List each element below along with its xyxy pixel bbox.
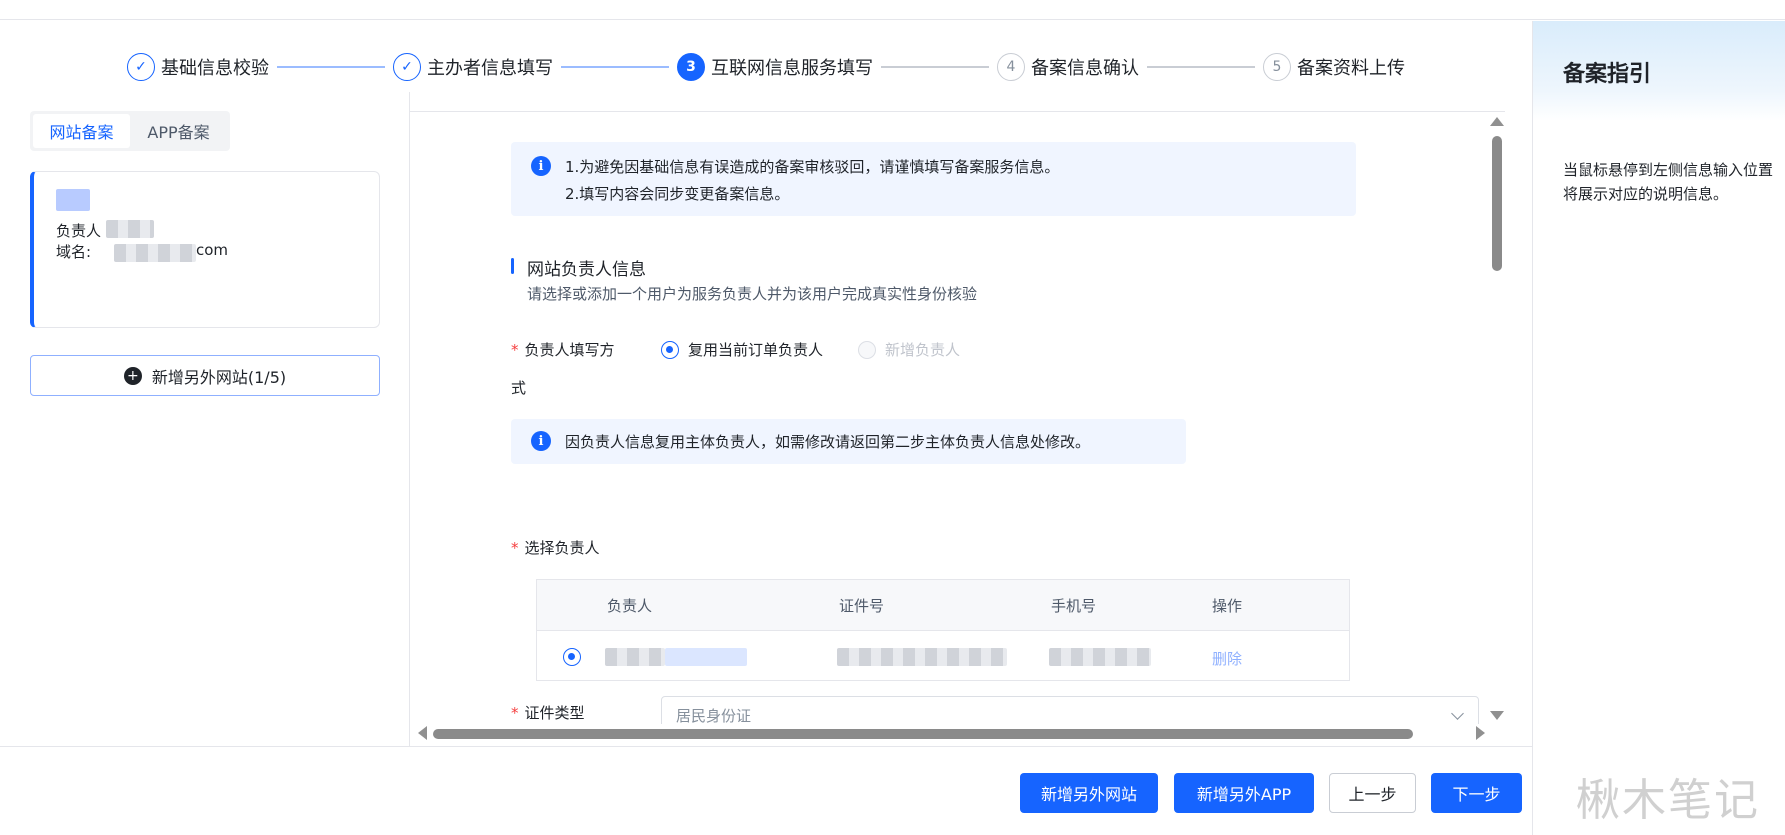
info-icon: i — [531, 431, 551, 451]
guide-panel: 备案指引 当鼠标悬停到左侧信息输入位置 将展示对应的说明信息。 — [1532, 21, 1785, 835]
scroll-left-icon[interactable] — [418, 726, 427, 740]
row-radio[interactable] — [563, 648, 581, 666]
step-1: ✓ 基础信息校验 — [127, 53, 269, 81]
notice-line-1: 1.为避免因基础信息有误造成的备案审核驳回，请谨慎填写备案服务信息。 — [565, 158, 1060, 176]
owner-tag-redacted — [665, 648, 747, 666]
step-2-label: 主办者信息填写 — [427, 58, 553, 79]
next-step-button[interactable]: 下一步 — [1431, 773, 1522, 813]
table-header: 负责人 证件号 手机号 操作 — [537, 580, 1349, 631]
vertical-scroll-thumb[interactable] — [1492, 136, 1502, 271]
step-5-number: 5 — [1263, 53, 1291, 81]
top-bar — [0, 0, 1785, 20]
previous-step-button[interactable]: 上一步 — [1329, 773, 1416, 813]
cert-type-select[interactable]: 居民身份证 — [661, 696, 1479, 724]
plus-circle-icon: + — [123, 366, 142, 385]
scroll-right-icon[interactable] — [1476, 726, 1485, 740]
site-domain-value: com — [196, 241, 229, 259]
add-app-button[interactable]: 新增另外APP — [1174, 773, 1314, 813]
delete-link[interactable]: 删除 — [1212, 648, 1242, 669]
horizontal-scrollbar[interactable] — [411, 725, 1504, 741]
domain-redacted — [114, 244, 196, 262]
step-4-label: 备案信息确认 — [1031, 58, 1139, 79]
select-owner-label: * 选择负责人 — [511, 539, 600, 557]
notice-box: i 1.为避免因基础信息有误造成的备案审核驳回，请谨慎填写备案服务信息。 2.填… — [511, 142, 1356, 216]
step-connector — [1147, 66, 1255, 68]
vertical-scrollbar[interactable] — [1488, 114, 1504, 724]
reuse-notice-box: i 因负责人信息复用主体负责人，如需修改请返回第二步主体负责人信息处修改。 — [511, 419, 1186, 464]
add-site-label: 新增另外网站(1/5) — [151, 367, 287, 387]
id-number-redacted — [837, 648, 1007, 666]
guide-text: 当鼠标悬停到左侧信息输入位置 将展示对应的说明信息。 — [1563, 161, 1774, 203]
guide-title: 备案指引 — [1563, 62, 1652, 87]
owner-name-redacted — [605, 648, 665, 666]
notice-line-2: 2.填写内容会同步变更备案信息。 — [565, 185, 790, 203]
th-action: 操作 — [1212, 597, 1243, 615]
tab-website-record[interactable]: 网站备案 — [33, 114, 130, 148]
check-icon: ✓ — [127, 53, 155, 81]
section-subtitle: 请选择或添加一个用户为服务负责人并为该用户完成真实性身份核验 — [527, 285, 978, 303]
site-name-redacted — [56, 189, 90, 211]
step-3-label: 互联网信息服务填写 — [711, 58, 873, 79]
chevron-down-icon — [1451, 707, 1464, 720]
th-phone: 手机号 — [1051, 597, 1097, 615]
phone-redacted — [1049, 648, 1151, 666]
radio-reuse-owner[interactable]: 复用当前订单负责人 — [661, 339, 823, 360]
step-connector — [561, 66, 669, 68]
fill-mode-label: * 负责人填写方 — [511, 341, 615, 359]
owner-redacted — [106, 220, 154, 238]
site-domain-label: 域名: — [56, 243, 92, 261]
info-icon: i — [531, 156, 551, 176]
site-card[interactable]: 负责人 域名: com — [30, 171, 380, 328]
step-4-number: 4 — [997, 53, 1025, 81]
radio-disabled-icon — [858, 340, 876, 359]
step-connector — [881, 66, 989, 68]
record-type-tabs: 网站备案 APP备案 — [30, 111, 230, 151]
cert-type-label: * 证件类型 — [511, 704, 585, 722]
th-owner: 负责人 — [607, 597, 653, 615]
watermark: 楸木笔记 — [1576, 775, 1760, 826]
step-3-number: 3 — [677, 53, 705, 81]
step-2: ✓ 主办者信息填写 — [393, 53, 553, 81]
owner-table: 负责人 证件号 手机号 操作 删除 — [536, 579, 1350, 681]
add-website-button[interactable]: 新增另外网站 — [1020, 773, 1158, 813]
step-5-label: 备案资料上传 — [1297, 58, 1405, 79]
add-site-button[interactable]: + 新增另外网站(1/5) — [30, 355, 380, 396]
step-3: 3 互联网信息服务填写 — [677, 53, 873, 81]
tab-app-record[interactable]: APP备案 — [130, 114, 227, 148]
step-1-label: 基础信息校验 — [161, 58, 269, 79]
scroll-up-icon[interactable] — [1490, 117, 1504, 126]
radio-new-owner[interactable]: 新增负责人 — [858, 339, 960, 360]
step-connector — [277, 66, 385, 68]
scroll-down-icon[interactable] — [1490, 711, 1504, 720]
reuse-notice-text: 因负责人信息复用主体负责人，如需修改请返回第二步主体负责人信息处修改。 — [565, 433, 1091, 451]
th-id-number: 证件号 — [839, 597, 885, 615]
footer-bar: 新增另外网站 新增另外APP 上一步 下一步 — [0, 746, 1532, 835]
section-title: 网站负责人信息 — [511, 255, 646, 280]
form-content: i 1.为避免因基础信息有误造成的备案审核驳回，请谨慎填写备案服务信息。 2.填… — [411, 92, 1501, 724]
radio-selected-icon — [661, 340, 679, 359]
horizontal-scroll-thumb[interactable] — [433, 729, 1413, 739]
check-icon: ✓ — [393, 53, 421, 81]
site-owner-label: 负责人 — [56, 222, 102, 240]
fill-mode-label-wrap: 式 — [511, 379, 527, 397]
step-5: 5 备案资料上传 — [1263, 53, 1405, 81]
step-4: 4 备案信息确认 — [997, 53, 1139, 81]
